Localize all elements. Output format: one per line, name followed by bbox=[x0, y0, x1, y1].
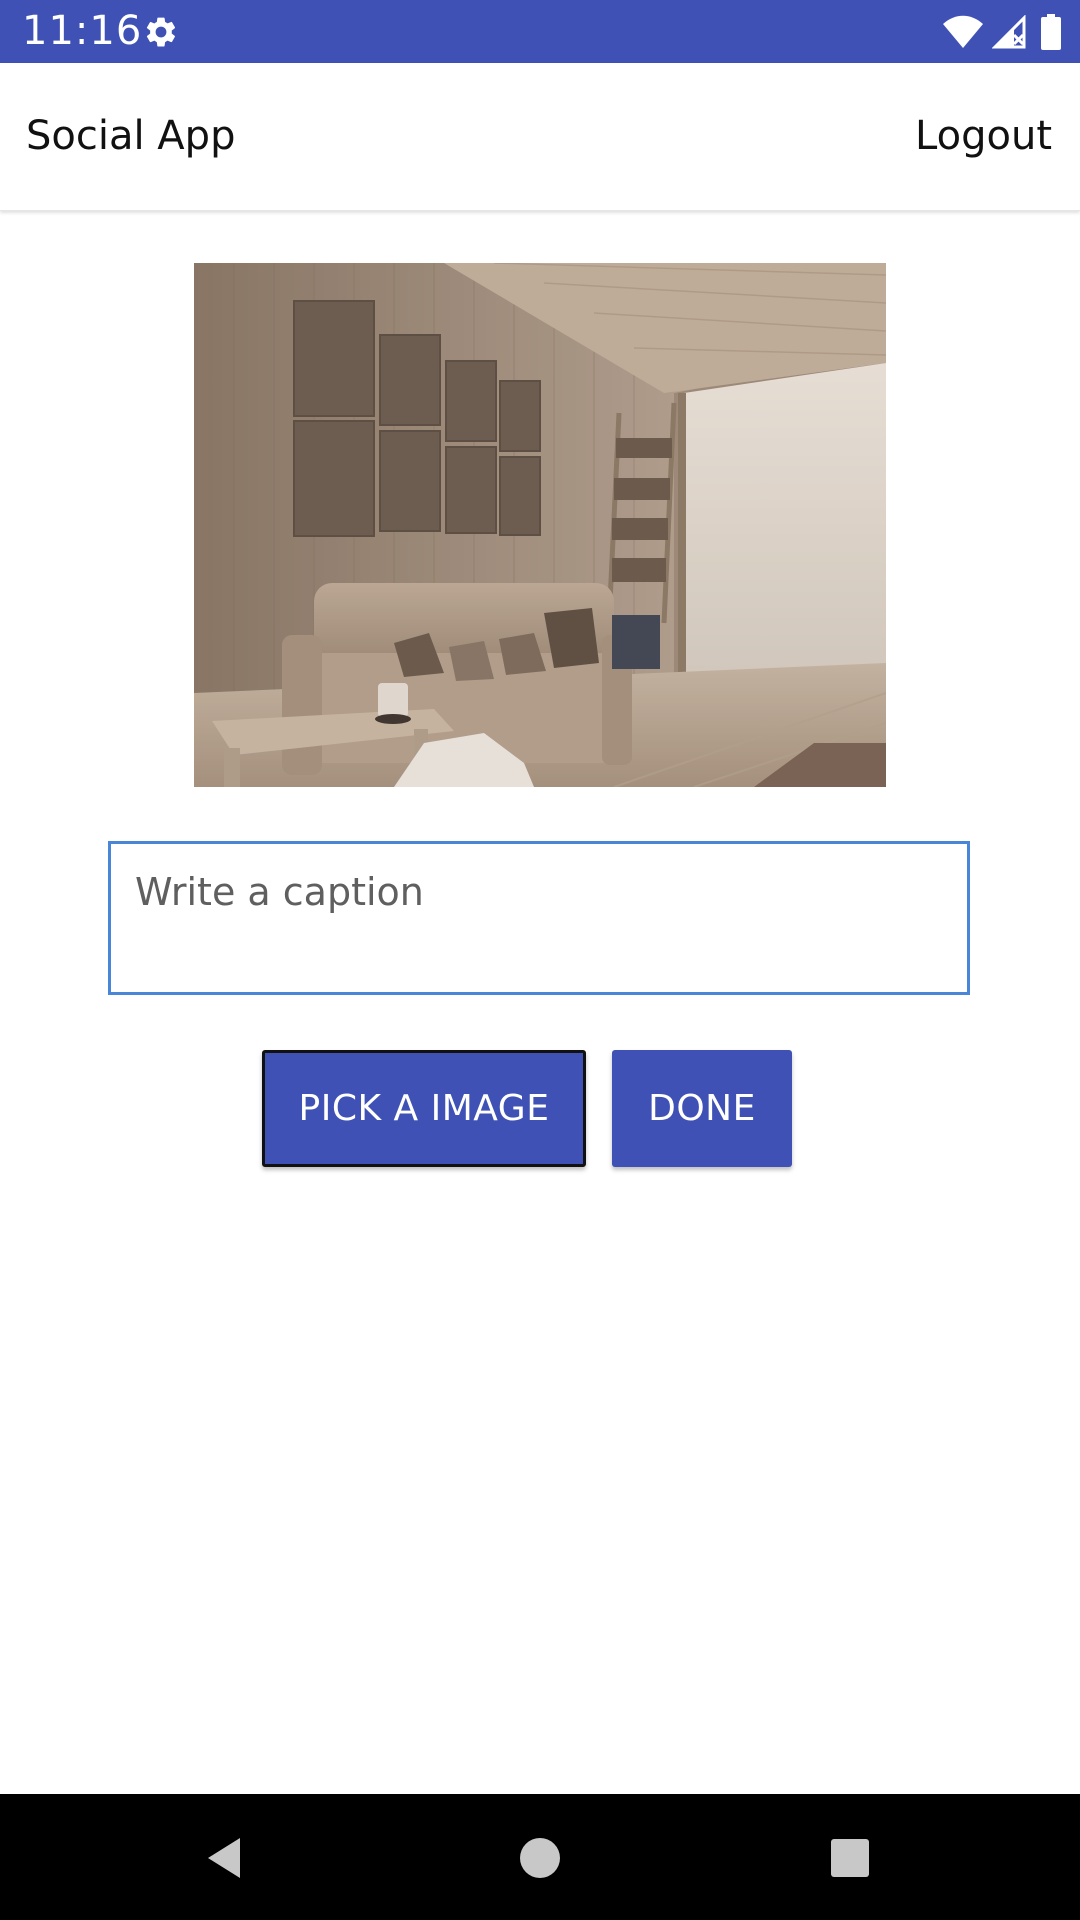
pick-image-button[interactable]: PICK A IMAGE bbox=[262, 1050, 586, 1167]
battery-icon bbox=[1040, 14, 1062, 50]
status-icons bbox=[942, 12, 1062, 52]
signal-icon bbox=[991, 14, 1026, 49]
recents-icon[interactable] bbox=[822, 1830, 878, 1886]
gear-icon bbox=[143, 14, 179, 50]
nav-bar bbox=[0, 1794, 1080, 1920]
screen: 11:16 Social App Logout Write a caption … bbox=[0, 0, 1080, 1920]
wifi-icon bbox=[942, 14, 984, 50]
caption-input[interactable] bbox=[108, 841, 970, 995]
app-bar: Social App Logout bbox=[0, 63, 1080, 211]
home-icon[interactable] bbox=[512, 1830, 568, 1886]
selected-image bbox=[194, 263, 886, 787]
logout-button[interactable]: Logout bbox=[915, 113, 1052, 159]
status-bar: 11:16 bbox=[0, 0, 1080, 63]
done-button[interactable]: DONE bbox=[612, 1050, 792, 1167]
status-time: 11:16 bbox=[22, 8, 143, 54]
back-icon[interactable] bbox=[200, 1830, 256, 1886]
app-title: Social App bbox=[26, 113, 236, 159]
